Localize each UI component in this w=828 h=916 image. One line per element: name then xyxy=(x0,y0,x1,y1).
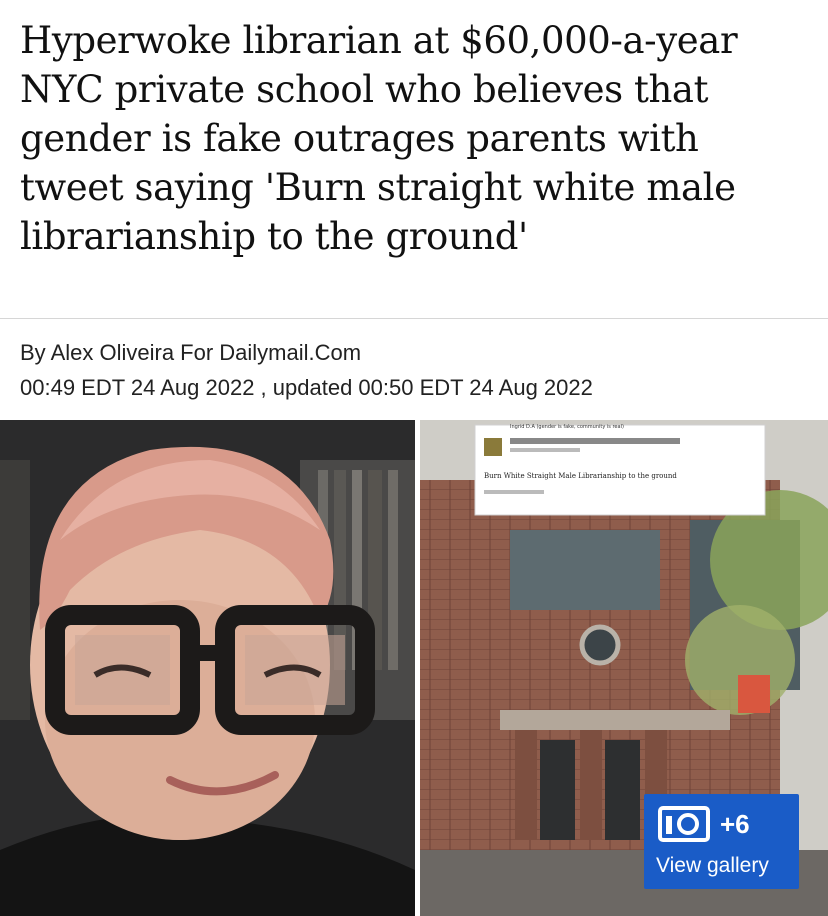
article-dateline: 00:49 EDT 24 Aug 2022 , updated 00:50 ED… xyxy=(20,375,593,400)
tweet-author: Ingrid D.A (gender is fake, community is… xyxy=(510,424,624,430)
gallery-count: +6 xyxy=(720,808,750,839)
header-divider xyxy=(0,318,828,319)
camera-icon xyxy=(658,806,710,842)
portrait-illustration xyxy=(0,420,415,916)
view-gallery-button[interactable]: +6 View gallery xyxy=(644,794,799,889)
article-headline: Hyperwoke librarian at $60,000-a-year NY… xyxy=(20,19,738,258)
tweet-text: Burn White Straight Male Librarianship t… xyxy=(484,472,677,480)
portrait-photo[interactable] xyxy=(0,420,415,916)
article-byline: By Alex Oliveira For Dailymail.Com xyxy=(20,340,362,365)
gallery-badge-top: +6 xyxy=(658,806,750,842)
gallery-label: View gallery xyxy=(656,854,769,877)
